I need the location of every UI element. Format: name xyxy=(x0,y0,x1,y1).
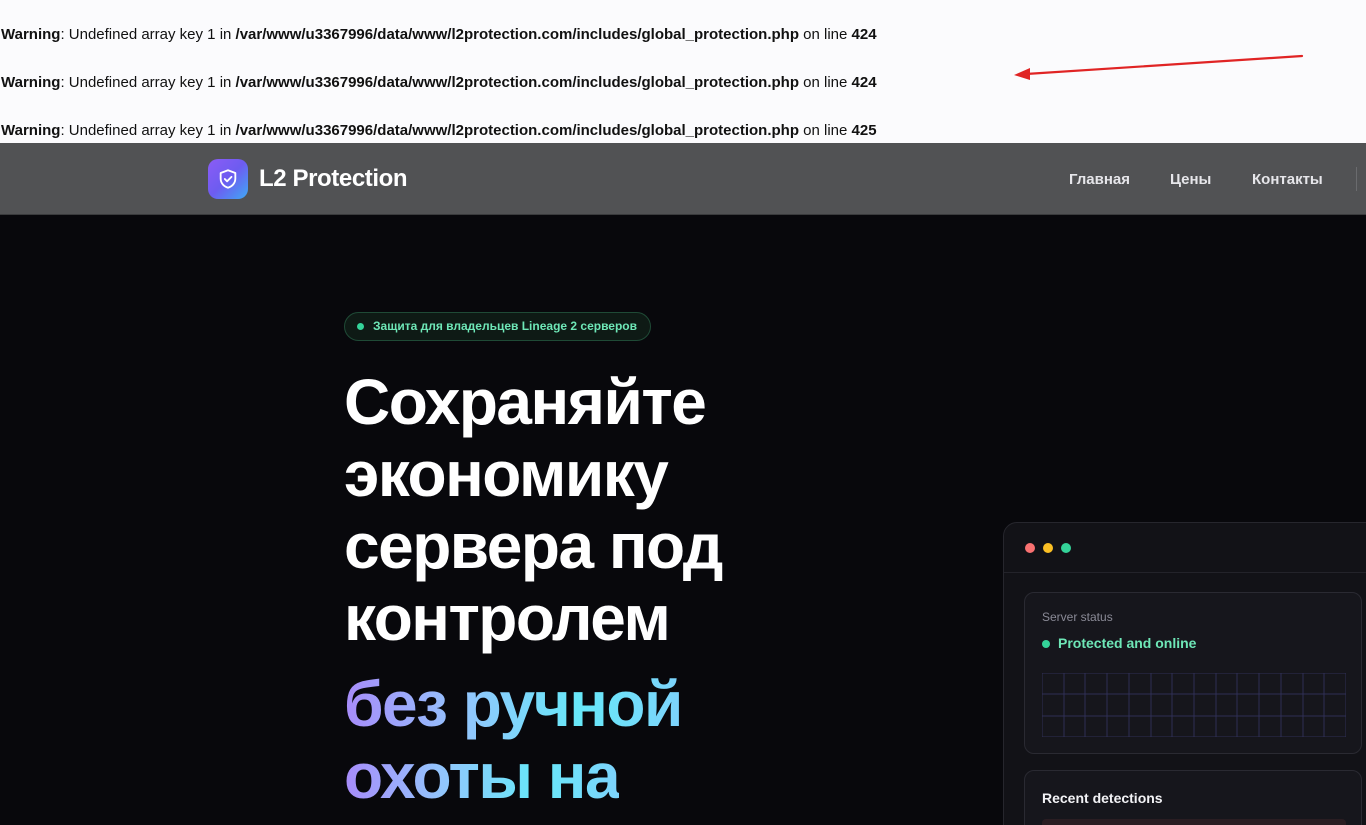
recent-detections-title: Recent detections xyxy=(1042,790,1163,806)
status-grid-graph xyxy=(1042,673,1346,737)
php-warning-line: Warning: Undefined array key 1 in /var/w… xyxy=(1,74,877,91)
hero-title-accent-line: без ручной xyxy=(344,668,683,740)
site-header: L2 Protection Главная Цены Контакты xyxy=(0,143,1366,215)
hero-badge-text: Защита для владельцев Lineage 2 серверов xyxy=(373,319,638,333)
shield-check-icon xyxy=(219,169,237,189)
recent-detections-panel: Recent detections xyxy=(1024,770,1362,825)
status-dot-icon xyxy=(357,323,364,330)
hero-badge: Защита для владельцев Lineage 2 серверов xyxy=(344,312,652,341)
nav-home[interactable]: Главная xyxy=(1069,171,1130,188)
server-status-panel: Server status Protected and online xyxy=(1024,592,1362,754)
hero-title-accent-line: охоты на xyxy=(344,740,621,812)
nav-prices[interactable]: Цены xyxy=(1170,171,1211,188)
nav-divider xyxy=(1356,167,1357,191)
hero-title-line: сервера под xyxy=(344,510,723,582)
brand-name[interactable]: L2 Protection xyxy=(259,165,408,193)
logo[interactable] xyxy=(208,159,248,199)
server-status-value: Protected and online xyxy=(1058,635,1197,651)
nav-contacts[interactable]: Контакты xyxy=(1252,171,1323,188)
php-warning-line: Warning: Undefined array key 1 in /var/w… xyxy=(1,26,877,43)
window-minimize-dot-icon xyxy=(1043,543,1053,553)
php-warning-line: Warning: Undefined array key 1 in /var/w… xyxy=(1,122,877,139)
window-maximize-dot-icon xyxy=(1061,543,1071,553)
detection-row xyxy=(1042,819,1346,825)
server-status-label: Server status xyxy=(1042,610,1113,624)
window-close-dot-icon xyxy=(1025,543,1035,553)
online-dot-icon xyxy=(1042,640,1050,648)
window-titlebar xyxy=(1004,523,1366,573)
red-arrow-annotation-icon xyxy=(1014,54,1304,80)
hero-title-line: экономику xyxy=(344,438,669,510)
hero-title-line: контролем xyxy=(344,582,671,654)
php-warnings: Warning: Undefined array key 1 in /var/w… xyxy=(0,0,1366,143)
hero-title-line: Сохраняйте xyxy=(344,366,707,438)
